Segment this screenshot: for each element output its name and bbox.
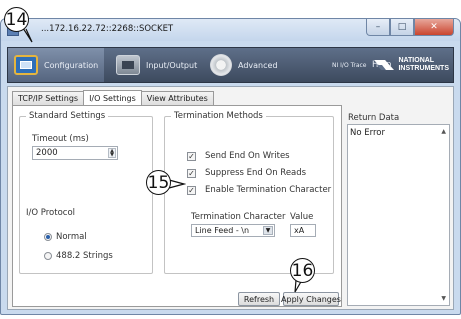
strings-radio-label: 488.2 Strings xyxy=(56,251,113,261)
return-data-label: Return Data xyxy=(348,113,400,123)
suppress-end-check[interactable]: ✓ xyxy=(187,168,196,178)
termination-character-label: Termination Character xyxy=(191,212,286,222)
advanced-label: Advanced xyxy=(238,60,278,70)
callout-15: 15 xyxy=(146,170,171,195)
timeout-value: 2000 xyxy=(36,148,58,158)
value-label: Value xyxy=(290,212,314,222)
ni-logo-line2: INSTRUMENTS xyxy=(398,65,449,72)
callout-16: 16 xyxy=(290,258,315,283)
main-content: TCP/IP Settings I/O Settings View Attrib… xyxy=(7,86,454,310)
timeout-input[interactable]: 2000 ▲ ▼ xyxy=(32,146,118,160)
window-controls: – □ ✕ xyxy=(366,19,454,36)
minimize-button[interactable]: – xyxy=(366,19,390,36)
tab-tcpip-settings[interactable]: TCP/IP Settings xyxy=(12,91,85,105)
settings-tabs: TCP/IP Settings I/O Settings View Attrib… xyxy=(12,90,214,105)
ni-eagle-icon xyxy=(374,60,395,70)
ni-logo-line1: NATIONAL xyxy=(398,57,435,64)
standard-settings-group: Standard Settings Timeout (ms) 2000 ▲ ▼ I… xyxy=(19,111,153,274)
termination-character-value: Line Feed - \n xyxy=(195,226,250,235)
termination-methods-group: Termination Methods ✓ Send End On Writes… xyxy=(164,111,334,274)
timeout-stepper[interactable]: ▲ ▼ xyxy=(108,148,116,158)
toolbar: Configuration Input/Output Advanced NI I… xyxy=(7,47,454,83)
toolbar-configuration[interactable]: Configuration xyxy=(8,48,104,82)
suppress-end-checkbox[interactable]: ✓ Suppress End On Reads xyxy=(187,168,306,178)
input-output-label: Input/Output xyxy=(146,60,198,70)
tab-io-settings[interactable]: I/O Settings xyxy=(83,90,142,105)
chevron-down-icon[interactable]: ▼ xyxy=(263,226,273,235)
window-title: ...172.16.22.72::2268::SOCKET xyxy=(41,24,174,34)
suppress-end-label: Suppress End On Reads xyxy=(205,168,307,178)
enable-termination-label: Enable Termination Character xyxy=(205,185,332,195)
maximize-button[interactable]: □ xyxy=(390,19,414,36)
value-text: xA xyxy=(294,226,305,235)
termination-character-select[interactable]: Line Feed - \n ▼ xyxy=(191,224,275,237)
normal-radio[interactable]: Normal xyxy=(44,232,87,242)
send-end-check[interactable]: ✓ xyxy=(187,151,196,161)
return-data-box: No Error ▲ ▼ xyxy=(347,124,450,306)
standard-settings-title: Standard Settings xyxy=(26,111,109,121)
apply-changes-button[interactable]: Apply Changes xyxy=(281,292,341,306)
strings-radio[interactable]: 488.2 Strings xyxy=(44,251,113,261)
normal-radio-button[interactable] xyxy=(44,233,52,241)
normal-radio-label: Normal xyxy=(56,232,87,242)
toolbar-nivo-trace[interactable]: NI I/O Trace xyxy=(332,48,367,82)
title-bar: ...172.16.22.72::2268::SOCKET – □ ✕ xyxy=(1,19,460,41)
advanced-gear-icon xyxy=(210,54,232,76)
configuration-icon xyxy=(14,55,38,75)
send-end-checkbox[interactable]: ✓ Send End On Writes xyxy=(187,151,290,161)
io-protocol-label: I/O Protocol xyxy=(26,208,76,218)
callout-14: 14 xyxy=(4,7,29,32)
tab-view-attributes[interactable]: View Attributes xyxy=(140,91,214,105)
refresh-button[interactable]: Refresh xyxy=(238,292,280,306)
callout-14-pointer xyxy=(22,28,33,43)
ni-logo: NATIONAL INSTRUMENTS xyxy=(373,51,449,79)
close-button[interactable]: ✕ xyxy=(414,19,454,36)
strings-radio-button[interactable] xyxy=(44,252,52,260)
toolbar-input-output[interactable]: Input/Output xyxy=(110,48,200,82)
return-data-text: No Error xyxy=(350,128,385,138)
enable-termination-check[interactable]: ✓ xyxy=(187,185,196,195)
termination-methods-title: Termination Methods xyxy=(171,111,266,121)
scroll-up-icon[interactable]: ▲ xyxy=(441,128,446,135)
timeout-label: Timeout (ms) xyxy=(32,134,89,144)
visa-test-panel-window: ...172.16.22.72::2268::SOCKET – □ ✕ Conf… xyxy=(0,18,461,315)
toolbar-advanced[interactable]: Advanced xyxy=(204,48,294,82)
configuration-label: Configuration xyxy=(44,60,99,70)
enable-termination-checkbox[interactable]: ✓ Enable Termination Character xyxy=(187,185,331,195)
value-input[interactable]: xA xyxy=(290,224,316,237)
scroll-down-icon[interactable]: ▼ xyxy=(441,295,446,302)
input-output-icon xyxy=(116,55,140,75)
send-end-label: Send End On Writes xyxy=(205,151,290,161)
